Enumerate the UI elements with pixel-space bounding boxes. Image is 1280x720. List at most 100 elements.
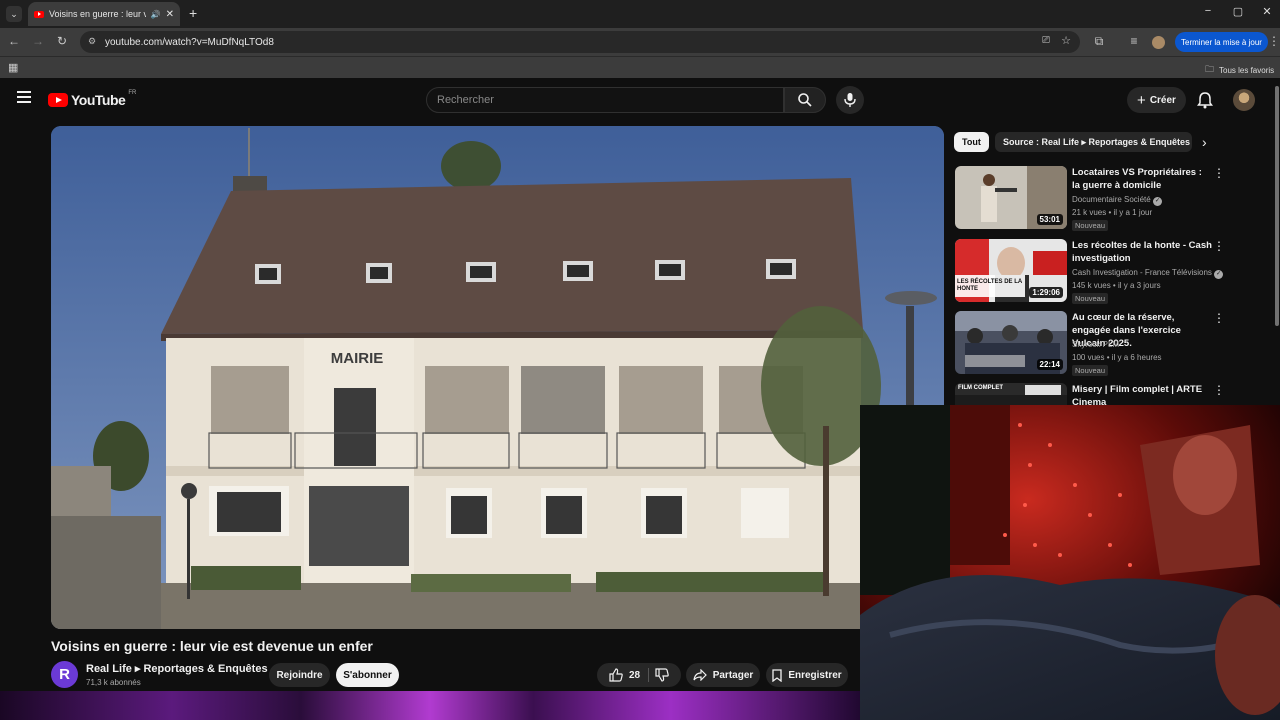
audio-playing-icon[interactable]: 🔊 — [151, 10, 161, 19]
account-avatar[interactable] — [1233, 89, 1255, 111]
below-fold-content — [0, 691, 860, 720]
tab-search-button[interactable]: ⌄ — [6, 6, 22, 22]
save-button[interactable]: Enregistrer — [766, 663, 848, 687]
like-count: 28 — [628, 669, 641, 681]
like-button[interactable]: 28 — [609, 668, 650, 682]
more-actions-icon[interactable]: ⋮ — [1213, 311, 1225, 325]
like-dislike-group: 28 — [597, 663, 681, 687]
duration-badge: 22:14 — [1036, 359, 1063, 370]
profile-avatar[interactable] — [1152, 36, 1165, 49]
youtube-play-logo-icon — [48, 93, 68, 107]
chip-all[interactable]: Tout — [954, 132, 989, 152]
new-tab-button[interactable]: + — [189, 5, 197, 21]
voice-search-button[interactable] — [836, 86, 864, 114]
install-app-icon[interactable]: ⎚ — [1042, 35, 1050, 46]
create-label: Créer — [1149, 94, 1176, 106]
recommendation-channel[interactable]: Cash Investigation - France Télévisions … — [1072, 268, 1224, 279]
address-bar[interactable]: ⚙ youtube.com/watch?v=MuDfNqLTOd8 ⎚ ☆ — [80, 31, 1080, 53]
building-sign-text: MAIRIE — [331, 350, 384, 367]
save-label: Enregistrer — [788, 669, 842, 681]
notifications-button[interactable] — [1197, 91, 1213, 114]
browser-tab[interactable]: Voisins en guerre : leur vie 🔊 ✕ — [28, 2, 180, 26]
chips-next-chevron-icon[interactable]: › — [1202, 134, 1207, 150]
channel-label: Documentaire Société — [1072, 195, 1151, 204]
microphone-icon — [844, 93, 856, 107]
channel-label: Cash Investigation - France Télévisions — [1072, 268, 1212, 277]
country-code: FR — [128, 90, 137, 96]
close-window-button[interactable]: ✕ — [1252, 5, 1280, 18]
channel-name[interactable]: Real Life ▸ Reportages & Enquêtes — [86, 662, 268, 675]
recommendation-channel[interactable]: Documentaire Société ✓ — [1072, 195, 1162, 206]
all-bookmarks-label: Tous les favoris — [1219, 65, 1275, 75]
recommendation-meta: 100 vues • il y a 6 heures — [1072, 353, 1162, 362]
reload-icon[interactable]: ↻ — [54, 34, 70, 48]
recommendation-item[interactable]: 22:14 Au cœur de la réserve, engagée dan… — [955, 311, 1275, 377]
video-thumbnail[interactable]: LES RÉCOLTES DE LA HONTE 1:29:06 — [955, 239, 1067, 302]
share-button[interactable]: Partager — [686, 663, 760, 687]
apps-grid-icon[interactable]: ▦ — [8, 61, 18, 74]
recommendation-meta: 145 k vues • il y a 3 jours — [1072, 281, 1161, 290]
youtube-wordmark: YouTube — [71, 92, 126, 108]
more-actions-icon[interactable]: ⋮ — [1213, 166, 1225, 180]
search-icon — [798, 93, 812, 107]
forward-arrow-icon[interactable]: → — [30, 34, 46, 48]
duration-badge: 53:01 — [1036, 214, 1063, 225]
video-player[interactable]: MAIRIE — [51, 126, 944, 629]
tab-close-icon[interactable]: ✕ — [166, 9, 174, 20]
webcam-scene — [860, 405, 1280, 720]
share-label: Partager — [712, 669, 754, 681]
recommendation-channel[interactable]: Skyrock PLM — [1072, 340, 1119, 349]
maximize-button[interactable]: ▢ — [1223, 5, 1253, 18]
update-chrome-button[interactable]: Terminer la mise à jour — [1175, 32, 1268, 52]
site-settings-icon[interactable]: ⚙ — [88, 36, 96, 47]
chip-source[interactable]: Source : Real Life ▸ Reportages & Enquêt… — [995, 132, 1192, 152]
dislike-button[interactable] — [655, 668, 669, 682]
bell-icon — [1197, 92, 1213, 109]
search-input[interactable]: Rechercher — [426, 87, 784, 113]
recommendation-item[interactable]: FILM COMPLET Misery | Film complet | ART… — [955, 383, 1275, 405]
channel-avatar[interactable]: R — [51, 661, 78, 688]
video-thumbnail[interactable]: FILM COMPLET — [955, 383, 1067, 405]
all-bookmarks-button[interactable]: 🗀 Tous les favoris — [1205, 62, 1274, 78]
recommendation-title[interactable]: Misery | Film complet | ARTE Cinema — [1072, 383, 1212, 405]
subscriber-count: 71,3 k abonnés — [86, 678, 141, 687]
bookmark-star-icon[interactable]: ☆ — [1061, 34, 1071, 47]
thumbnail-caption: FILM COMPLET — [958, 385, 1003, 391]
youtube-logo[interactable]: YouTube FR — [48, 90, 137, 108]
recommendation-item[interactable]: 53:01 Locataires VS Propriétaires : la g… — [955, 166, 1275, 232]
recommendation-title[interactable]: Locataires VS Propriétaires : la guerre … — [1072, 166, 1212, 192]
extensions-icon[interactable]: ⧉ — [1091, 34, 1107, 49]
folder-icon: 🗀 — [1205, 64, 1215, 74]
thumbnail-caption: LES RÉCOLTES DE LA HONTE — [957, 279, 1023, 292]
back-arrow-icon[interactable]: ← — [6, 34, 22, 48]
more-actions-icon[interactable]: ⋮ — [1213, 239, 1225, 253]
menu-hamburger-icon[interactable] — [17, 91, 31, 103]
join-button[interactable]: Rejoindre — [269, 663, 330, 687]
duration-badge: 1:29:06 — [1029, 287, 1063, 298]
tab-title: Voisins en guerre : leur vie — [49, 9, 146, 19]
create-button[interactable]: + Créer — [1127, 87, 1186, 113]
bookmarks-bar: ▦ 🗀 Tous les favoris — [0, 56, 1280, 78]
recommendation-title[interactable]: Les récoltes de la honte - Cash investig… — [1072, 239, 1212, 265]
recommendation-meta: 21 k vues • il y a 1 jour — [1072, 208, 1153, 217]
video-thumbnail[interactable]: 53:01 — [955, 166, 1067, 229]
recommendation-item[interactable]: LES RÉCOLTES DE LA HONTE 1:29:06 Les réc… — [955, 239, 1275, 305]
subscribe-button[interactable]: S'abonner — [336, 663, 399, 687]
reading-list-icon[interactable]: ≡ — [1126, 34, 1142, 48]
new-badge: Nouveau — [1072, 293, 1109, 304]
page-scrollbar[interactable] — [1275, 86, 1279, 326]
youtube-header: YouTube FR Rechercher + Créer — [0, 80, 1280, 120]
plus-icon: + — [1137, 91, 1146, 109]
video-frame-town-hall: MAIRIE — [51, 126, 944, 629]
video-title: Voisins en guerre : leur vie est devenue… — [51, 638, 373, 654]
bookmark-icon — [772, 668, 782, 682]
video-thumbnail[interactable]: 22:14 — [955, 311, 1067, 374]
thumbs-up-icon — [609, 668, 623, 682]
search-button[interactable] — [784, 87, 826, 113]
webcam-overlay — [860, 405, 1280, 720]
more-actions-icon[interactable]: ⋮ — [1213, 383, 1225, 397]
chrome-menu-icon[interactable]: ⋮ — [1266, 34, 1280, 48]
verified-check-icon: ✓ — [1152, 197, 1162, 206]
minimize-button[interactable]: − — [1193, 5, 1223, 17]
browser-tab-bar: ⌄ Voisins en guerre : leur vie 🔊 ✕ + − ▢… — [0, 0, 1280, 28]
